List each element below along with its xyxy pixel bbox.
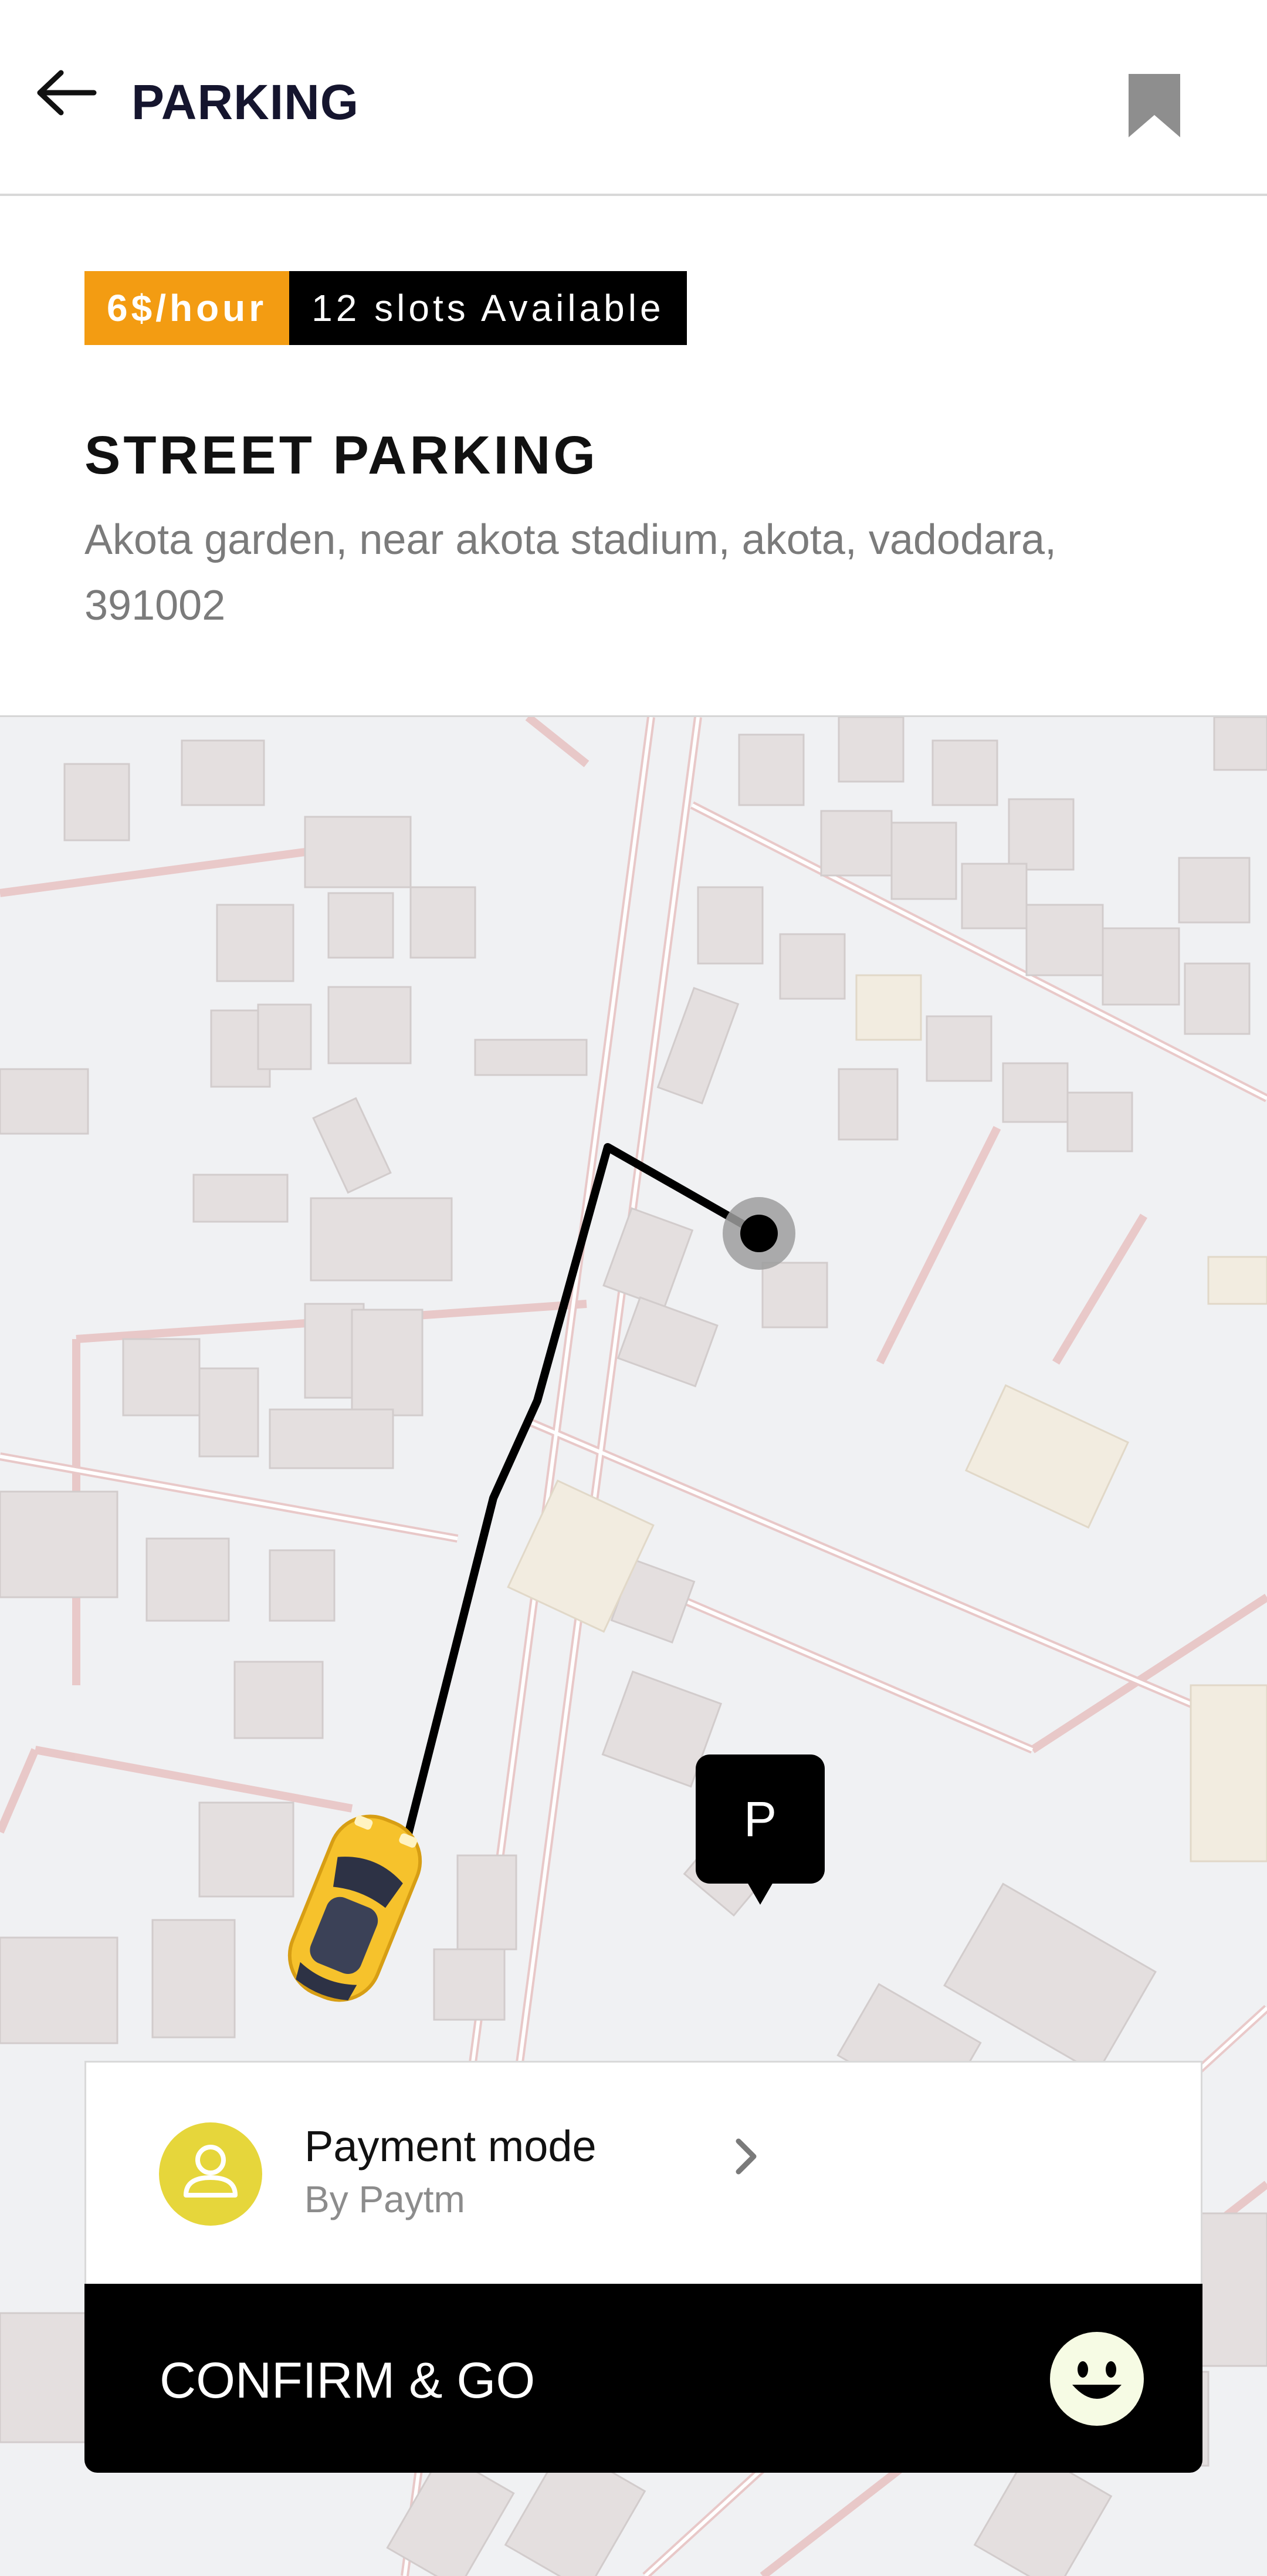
parking-name: STREET PARKING — [84, 425, 598, 485]
app-header: PARKING — [0, 0, 1267, 196]
arrow-left-icon — [37, 70, 97, 116]
confirm-go-button[interactable]: CONFIRM & GO — [84, 2284, 1202, 2473]
payment-avatar — [159, 2122, 262, 2226]
price-badge: 6$/hour — [84, 271, 290, 345]
parking-marker[interactable]: P — [696, 1754, 825, 1905]
car-icon — [287, 1814, 422, 2002]
payment-mode-card[interactable]: Payment mode By Paytm — [84, 2061, 1202, 2284]
confirm-go-label: CONFIRM & GO — [160, 2352, 536, 2409]
slots-badge: 12 slots Available — [289, 271, 687, 345]
smiley-icon — [1050, 2332, 1144, 2426]
parking-address: Akota garden, near akota stadium, akota,… — [84, 516, 1057, 629]
destination-pin — [740, 1215, 778, 1252]
bookmark-icon — [1129, 74, 1180, 137]
back-button[interactable] — [35, 69, 100, 116]
payment-method: By Paytm — [304, 2178, 465, 2220]
parking-info: 6$/hour 12 slots Available STREET PARKIN… — [0, 196, 1267, 717]
user-icon — [184, 2145, 238, 2198]
page-title: PARKING — [131, 75, 360, 130]
bookmark-button[interactable] — [1125, 70, 1184, 141]
badge-group: 6$/hour 12 slots Available — [84, 271, 687, 345]
payment-mode-title: Payment mode — [304, 2122, 597, 2171]
chevron-right-icon — [736, 2138, 757, 2175]
